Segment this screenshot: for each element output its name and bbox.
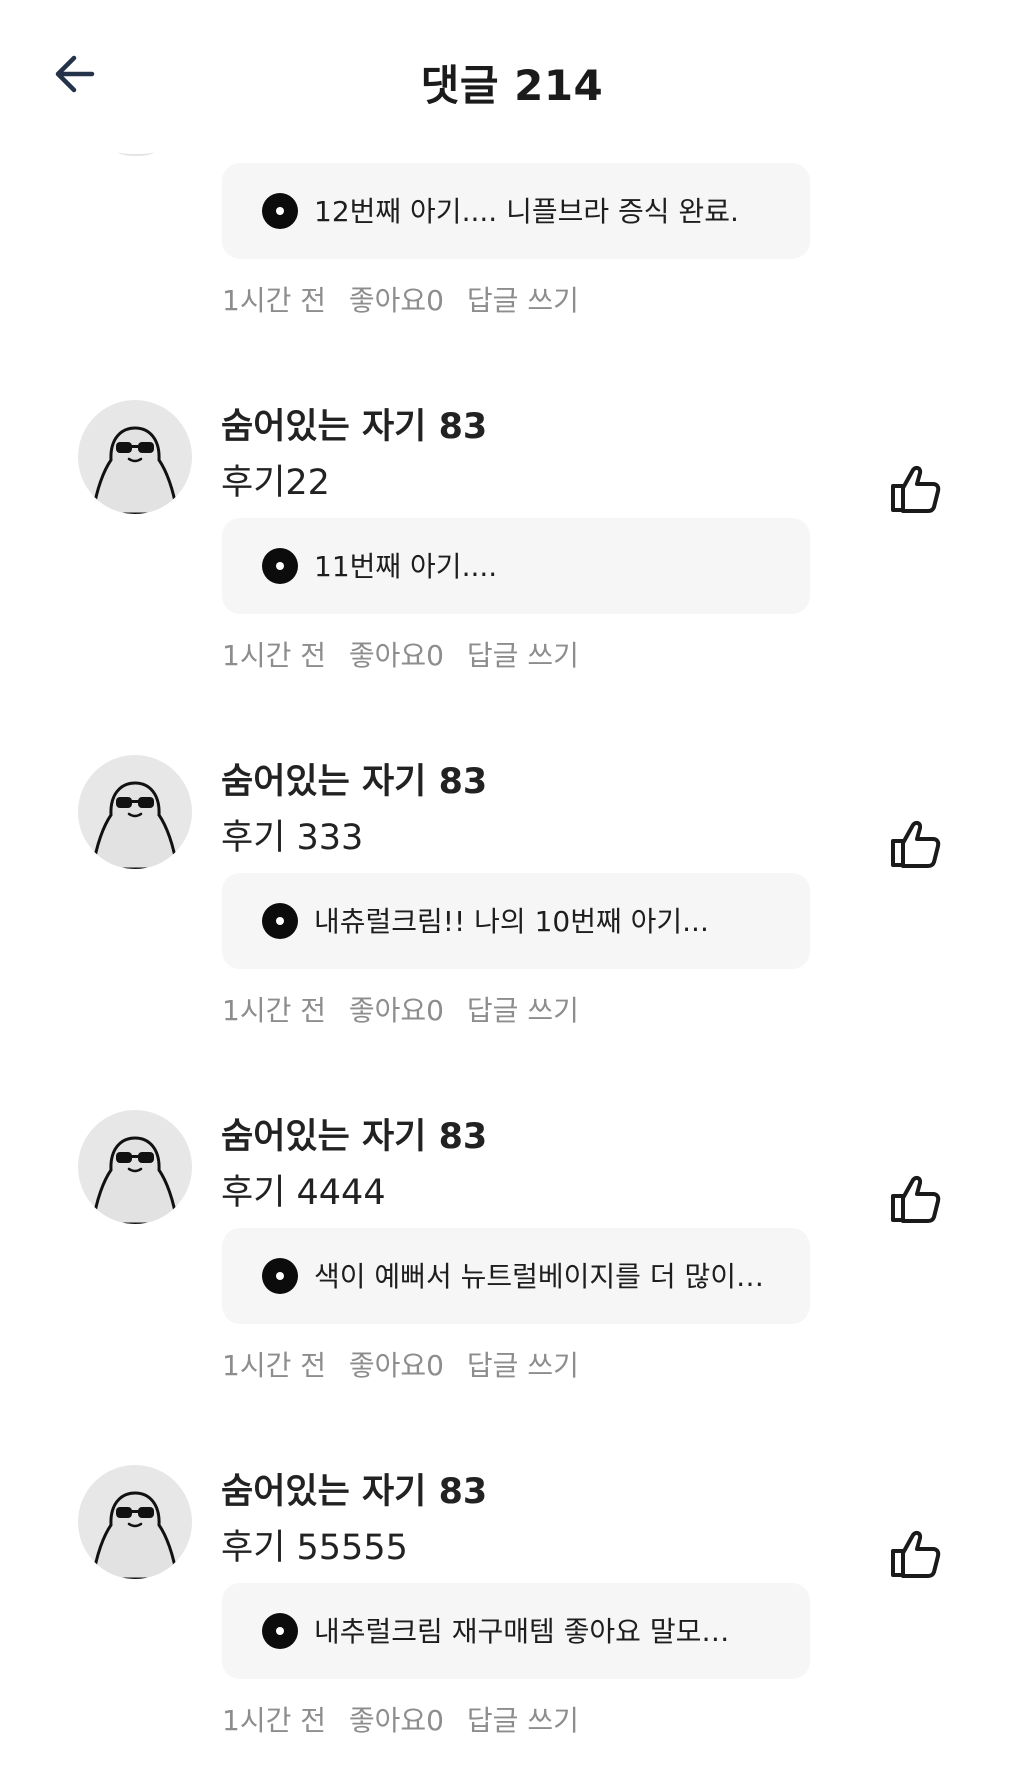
comment-meta: 1시간 전 좋아요0 답글 쓰기: [222, 989, 593, 1029]
thumbs-up-icon: [891, 1175, 941, 1223]
avatar-partial: [118, 148, 154, 156]
sunglasses-ghost-avatar-icon: [91, 1491, 179, 1579]
comment-time: 1시간 전: [222, 994, 326, 1027]
like-count[interactable]: 좋아요0: [349, 284, 444, 317]
comment-time: 1시간 전: [222, 639, 326, 672]
comment-meta: 1시간 전 좋아요0 답글 쓰기: [222, 634, 593, 674]
record-dot-icon: [262, 548, 298, 584]
comment-time: 1시간 전: [222, 1349, 326, 1382]
avatar[interactable]: [78, 1110, 192, 1224]
product-name: 11번째 아기....: [314, 550, 498, 583]
sunglasses-ghost-avatar-icon: [91, 1136, 179, 1224]
comment-time: 1시간 전: [222, 1704, 326, 1737]
record-dot-icon: [262, 903, 298, 939]
comment-meta: 1시간 전 좋아요0 답글 쓰기: [222, 1699, 593, 1739]
like-count[interactable]: 좋아요0: [349, 1704, 444, 1737]
avatar[interactable]: [78, 755, 192, 869]
comment-meta: 1시간 전 좋아요0 답글 쓰기: [222, 1344, 593, 1384]
record-dot-icon: [262, 1258, 298, 1294]
product-card[interactable]: 내추럴크림 재구매템 좋아요 말모…: [222, 1583, 810, 1679]
product-name: 내츄럴크림!! 나의 10번째 아기...: [314, 905, 709, 938]
thumbs-up-icon: [891, 1530, 941, 1578]
comment-text: 후기 55555: [221, 1528, 408, 1568]
reply-button[interactable]: 답글 쓰기: [467, 284, 579, 317]
product-name: 색이 예뻐서 뉴트럴베이지를 더 많이…: [314, 1260, 765, 1293]
comment-author: 숨어있는 자기 83: [221, 1117, 488, 1157]
comment-author: 숨어있는 자기 83: [221, 1472, 488, 1512]
comment-text: 후기 4444: [221, 1173, 386, 1213]
sunglasses-ghost-avatar-icon: [91, 781, 179, 869]
record-dot-icon: [262, 1613, 298, 1649]
like-count[interactable]: 좋아요0: [349, 639, 444, 672]
like-button[interactable]: [885, 1170, 943, 1228]
reply-button[interactable]: 답글 쓰기: [467, 1704, 579, 1737]
record-dot-icon: [262, 193, 298, 229]
avatar[interactable]: [78, 1465, 192, 1579]
comment-meta: 1시간 전 좋아요0 답글 쓰기: [222, 279, 593, 319]
product-card[interactable]: 색이 예뻐서 뉴트럴베이지를 더 많이…: [222, 1228, 810, 1324]
comment-time: 1시간 전: [222, 284, 326, 317]
product-name: 내추럴크림 재구매템 좋아요 말모…: [314, 1615, 730, 1648]
comment-text: 후기22: [221, 463, 330, 503]
comment-author: 숨어있는 자기 83: [221, 762, 488, 802]
comment-text: 후기 333: [221, 818, 364, 858]
sunglasses-ghost-avatar-icon: [91, 426, 179, 514]
comment-list[interactable]: 12번째 아기.... 니플브라 증식 완료. 1시간 전 좋아요0 답글 쓰기…: [0, 0, 1024, 1788]
comment-author: 숨어있는 자기 83: [221, 407, 488, 447]
reply-button[interactable]: 답글 쓰기: [467, 639, 579, 672]
product-card[interactable]: 11번째 아기....: [222, 518, 810, 614]
like-button[interactable]: [885, 1525, 943, 1583]
like-button[interactable]: [885, 460, 943, 518]
like-button[interactable]: [885, 815, 943, 873]
reply-button[interactable]: 답글 쓰기: [467, 1349, 579, 1382]
thumbs-up-icon: [891, 820, 941, 868]
thumbs-up-icon: [891, 465, 941, 513]
product-card[interactable]: 12번째 아기.... 니플브라 증식 완료.: [222, 163, 810, 259]
avatar[interactable]: [78, 400, 192, 514]
reply-button[interactable]: 답글 쓰기: [467, 994, 579, 1027]
product-card[interactable]: 내츄럴크림!! 나의 10번째 아기...: [222, 873, 810, 969]
like-count[interactable]: 좋아요0: [349, 994, 444, 1027]
product-name: 12번째 아기.... 니플브라 증식 완료.: [314, 195, 739, 228]
like-count[interactable]: 좋아요0: [349, 1349, 444, 1382]
